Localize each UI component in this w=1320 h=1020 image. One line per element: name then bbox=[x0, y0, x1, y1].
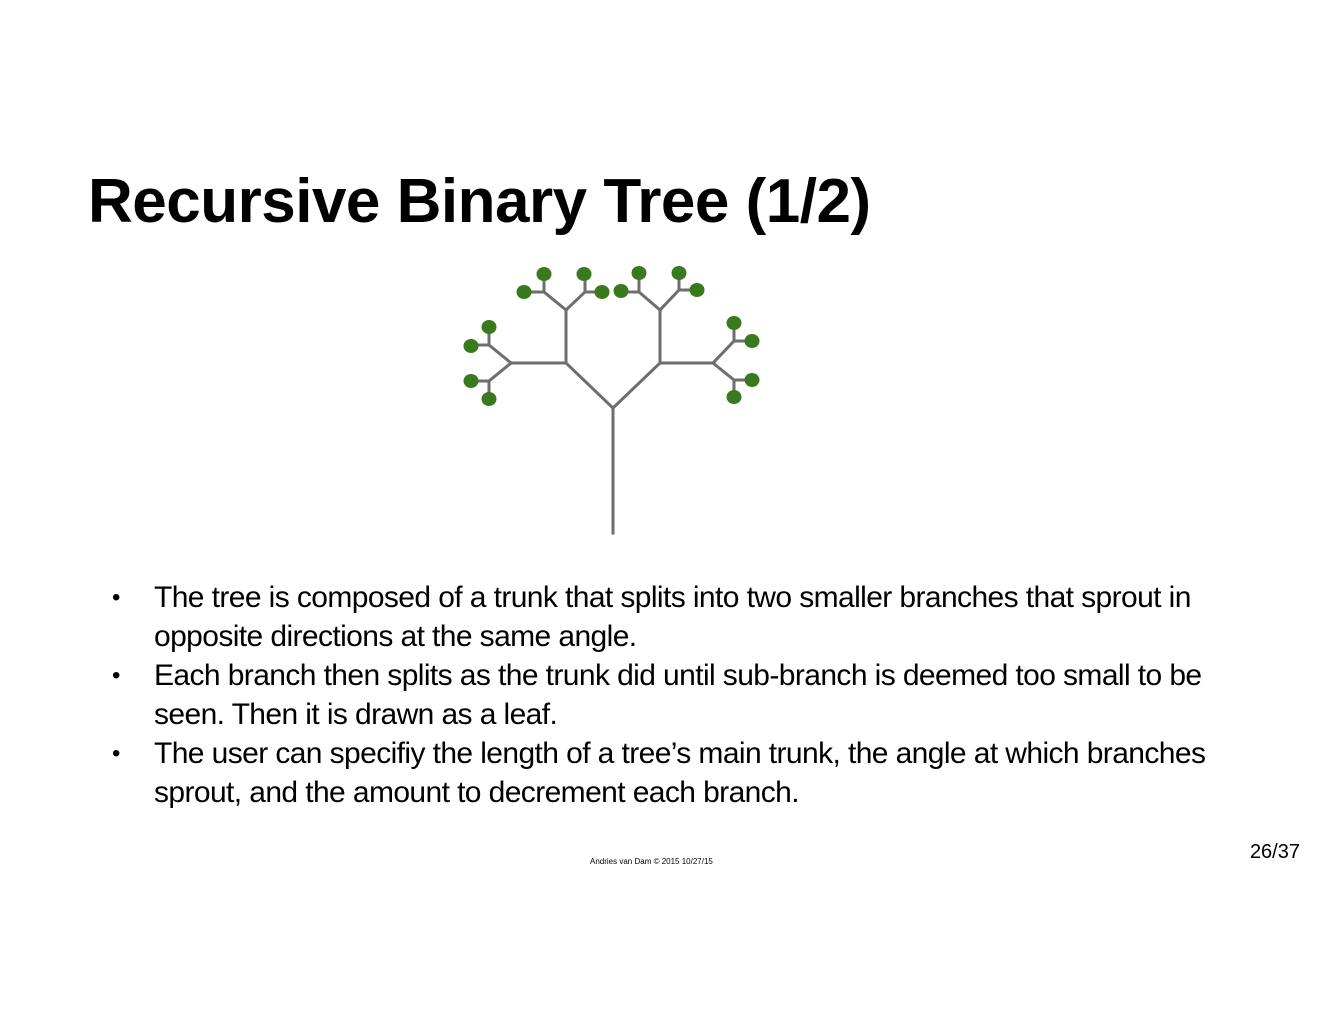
bullet-item: • The user can specifiy the length of a … bbox=[112, 734, 1232, 812]
bullet-list: • The tree is composed of a trunk that s… bbox=[112, 578, 1232, 812]
bullet-marker: • bbox=[112, 740, 120, 767]
tree-leaf bbox=[631, 266, 647, 280]
tree-leaf bbox=[744, 334, 760, 348]
tree-branch bbox=[486, 342, 514, 366]
tree-leaf bbox=[516, 285, 532, 299]
tree-leaf bbox=[536, 267, 552, 281]
slide-title: Recursive Binary Tree (1/2) bbox=[88, 167, 871, 236]
tree-leaf bbox=[463, 374, 479, 388]
tree-branch bbox=[636, 289, 663, 313]
tree-leaf bbox=[689, 283, 705, 297]
tree-branch bbox=[563, 360, 616, 411]
bullet-marker: • bbox=[112, 662, 120, 689]
page-number: 26/37 bbox=[1249, 841, 1300, 863]
tree-branch bbox=[610, 360, 663, 411]
tree-leaf bbox=[671, 266, 687, 280]
tree-leaf bbox=[463, 339, 479, 353]
bullet-item: • The tree is composed of a trunk that s… bbox=[112, 578, 1232, 656]
binary-tree-svg bbox=[463, 266, 760, 535]
tree-branch bbox=[563, 289, 588, 313]
tree-leaf bbox=[594, 285, 610, 299]
footer-credit: Andries van Dam © 2015 10/27/15 bbox=[590, 857, 713, 866]
bullet-item: • Each branch then splits as the trunk d… bbox=[112, 656, 1232, 734]
tree-branch bbox=[710, 360, 737, 383]
tree-leaf bbox=[576, 267, 592, 281]
bullet-text: The tree is composed of a trunk that spl… bbox=[154, 581, 1191, 653]
bullet-text: The user can specifiy the length of a tr… bbox=[154, 737, 1206, 809]
tree-branch bbox=[710, 338, 737, 366]
tree-branch bbox=[657, 287, 682, 313]
tree-leaf bbox=[744, 373, 760, 387]
tree-leaf bbox=[613, 284, 629, 298]
tree-leaf bbox=[481, 320, 497, 334]
tree-branch bbox=[541, 289, 569, 313]
binary-tree-illustration bbox=[440, 255, 780, 540]
bullet-marker: • bbox=[112, 584, 120, 611]
tree-leaves bbox=[463, 266, 760, 406]
tree-branch bbox=[486, 360, 514, 384]
tree-leaf bbox=[481, 392, 497, 406]
tree-leaf bbox=[726, 316, 742, 330]
bullet-text: Each branch then splits as the trunk did… bbox=[154, 659, 1202, 731]
tree-branches bbox=[469, 272, 754, 535]
tree-leaf bbox=[726, 390, 742, 404]
